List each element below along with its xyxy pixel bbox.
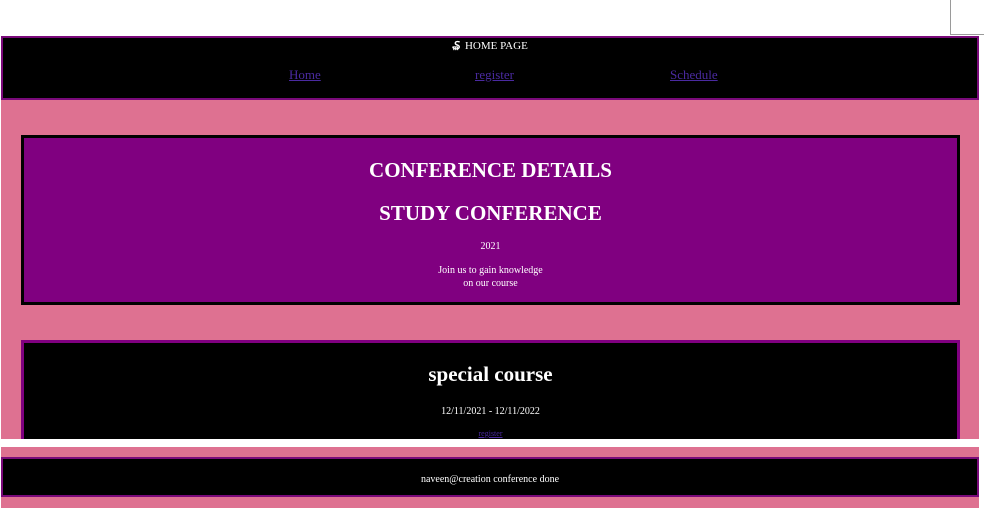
footer-text: naveen@creation conference done [420, 474, 560, 485]
course-register-link[interactable]: register [24, 429, 957, 439]
conference-year: 2021 [480, 241, 501, 252]
section-gap [1, 439, 979, 447]
logo-icon: ₷ [452, 40, 461, 52]
site-header: ₷ HOME PAGE Home register Schedule [1, 36, 979, 100]
browser-top-area [0, 0, 984, 36]
site-footer: naveen@creation conference done [1, 457, 979, 497]
message-line-2: on our course [463, 278, 518, 289]
page-title: ₷ HOME PAGE [3, 39, 977, 53]
course-title: special course [428, 362, 553, 386]
page-title-text: HOME PAGE [464, 40, 528, 52]
scrollbar-edge [950, 0, 951, 34]
conference-details-heading: CONFERENCE DETAILS [369, 158, 612, 182]
conference-name: STUDY CONFERENCE [379, 201, 602, 225]
nav-link-register[interactable]: register [475, 67, 514, 83]
message-line-1: Join us to gain knowledge [438, 265, 543, 276]
nav-link-home[interactable]: Home [289, 67, 321, 83]
course-dates: 12/11/2021 - 12/11/2022 [441, 406, 540, 417]
nav-link-schedule[interactable]: Schedule [670, 67, 718, 83]
conference-message: Join us to gain knowledge on our course [24, 264, 957, 290]
special-course-panel: special course 12/11/2021 - 12/11/2022 r… [21, 340, 960, 443]
page: ₷ HOME PAGE Home register Schedule CONFE… [1, 36, 979, 508]
scrollbar-edge-bottom [950, 34, 984, 35]
conference-details-panel: CONFERENCE DETAILS STUDY CONFERENCE 2021… [21, 135, 960, 305]
